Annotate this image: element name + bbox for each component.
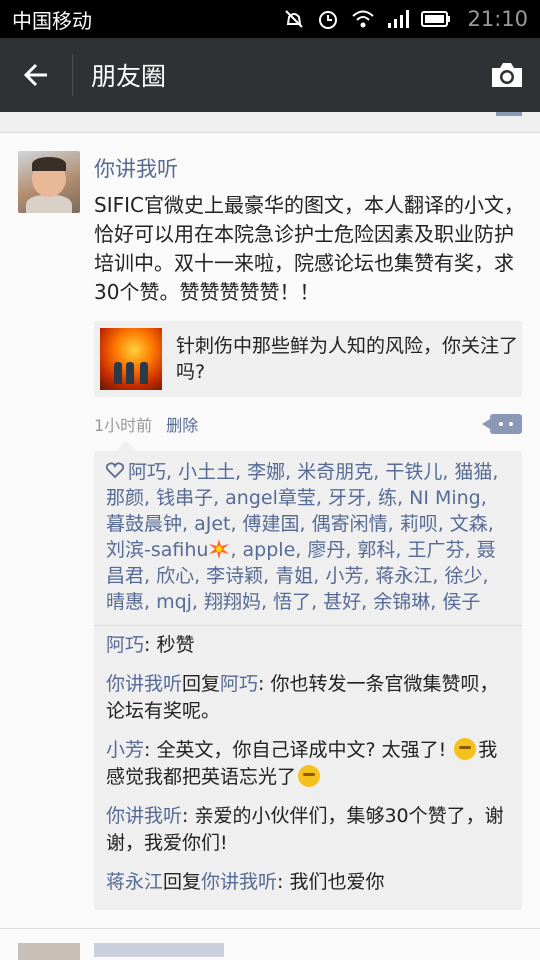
clock-label: 21:10 bbox=[467, 7, 528, 31]
comment-item[interactable]: 小芳: 全英文，你自己译成中文? 太强了! 我感觉我都把英语忘光了 bbox=[94, 731, 522, 797]
page-title: 朋友圈 bbox=[91, 62, 167, 91]
moments-feed[interactable]: 你讲我听 SIFIC官微史上最豪华的图文，本人翻译的小文，恰好可以用在本院急诊护… bbox=[0, 112, 540, 960]
comment-sep: : bbox=[144, 739, 157, 761]
comment-item[interactable]: 蒋永江回复你讲我听: 我们也爱你 bbox=[94, 863, 522, 902]
mute-icon bbox=[285, 10, 304, 28]
sweat-emoji-icon bbox=[454, 738, 477, 760]
reply-target[interactable]: 你讲我听 bbox=[201, 871, 277, 893]
post-username[interactable]: 你讲我听 bbox=[94, 153, 524, 183]
battery-icon bbox=[421, 11, 451, 27]
status-bar: 中国移动 21:10 bbox=[0, 0, 540, 38]
camera-button[interactable] bbox=[474, 38, 540, 112]
comment-sep: : bbox=[258, 673, 271, 695]
wifi-icon bbox=[352, 10, 375, 28]
shared-link-card[interactable]: 针刺伤中那些鲜为人知的风险，你关注了吗? bbox=[94, 321, 522, 397]
next-post-avatar bbox=[18, 943, 80, 960]
post-time: 1小时前 bbox=[94, 416, 153, 435]
comment-text: 秒赞 bbox=[156, 634, 195, 656]
comment-author[interactable]: 你讲我听 bbox=[106, 805, 182, 827]
comment-author[interactable]: 阿巧 bbox=[106, 634, 144, 656]
reply-word: 回复 bbox=[182, 673, 221, 695]
signal-icon bbox=[388, 10, 410, 28]
comment-box: 阿巧, 小土土, 李娜, 米奇朋克, 干铁儿, 猫猫, 那颜, 钱串子, ang… bbox=[94, 441, 522, 910]
moment-post: 你讲我听 SIFIC官微史上最豪华的图文，本人翻译的小文，恰好可以用在本院急诊护… bbox=[0, 133, 540, 910]
link-thumbnail bbox=[100, 328, 162, 390]
comment-sep: : bbox=[144, 634, 157, 656]
title-bar: 朋友圈 bbox=[0, 38, 540, 112]
post-text: SIFIC官微史上最豪华的图文，本人翻译的小文，恰好可以用在本院急诊护士危险因素… bbox=[94, 193, 524, 304]
comment-text: 全英文，你自己译成中文? 太强了! bbox=[156, 739, 453, 761]
next-post-preview[interactable] bbox=[0, 928, 540, 960]
reply-target[interactable]: 阿巧 bbox=[220, 673, 258, 695]
likes-list: 阿巧, 小土土, 李娜, 米奇朋克, 干铁儿, 猫猫, 那颜, 钱串子, ang… bbox=[94, 451, 522, 626]
link-title: 针刺伤中那些鲜为人知的风险，你关注了吗? bbox=[176, 335, 519, 383]
comment-sep: : bbox=[182, 805, 195, 827]
alarm-icon bbox=[319, 11, 338, 29]
feed-top-separator bbox=[0, 112, 540, 133]
comment-item[interactable]: 你讲我听回复阿巧: 你也转发一条官微集赞呗，论坛有奖呢。 bbox=[94, 665, 522, 731]
post-meta: 1小时前 删除 bbox=[94, 411, 522, 437]
back-arrow-icon bbox=[23, 63, 47, 87]
comment-author[interactable]: 小芳 bbox=[106, 739, 144, 761]
collision-emoji-icon bbox=[209, 539, 230, 559]
reply-word: 回复 bbox=[163, 871, 202, 893]
back-button[interactable] bbox=[0, 38, 72, 112]
sad-emoji-icon bbox=[298, 765, 321, 787]
comment-sep: : bbox=[277, 871, 290, 893]
carrier-label: 中国移动 bbox=[12, 8, 92, 33]
comment-item[interactable]: 你讲我听: 亲爱的小伙伴们，集够30个赞了，谢谢，我爱你们! bbox=[94, 797, 522, 863]
comment-item[interactable]: 阿巧: 秒赞 bbox=[94, 626, 522, 665]
comment-author[interactable]: 你讲我听 bbox=[106, 673, 182, 695]
next-post-username bbox=[94, 943, 224, 957]
avatar[interactable] bbox=[18, 151, 80, 213]
title-divider bbox=[72, 54, 73, 96]
delete-button[interactable]: 删除 bbox=[166, 412, 198, 436]
more-icon[interactable] bbox=[482, 414, 522, 434]
comment-text: 我们也爱你 bbox=[289, 871, 385, 893]
camera-icon bbox=[492, 63, 522, 87]
heart-icon bbox=[105, 459, 125, 485]
comment-author[interactable]: 蒋永江 bbox=[106, 871, 163, 893]
